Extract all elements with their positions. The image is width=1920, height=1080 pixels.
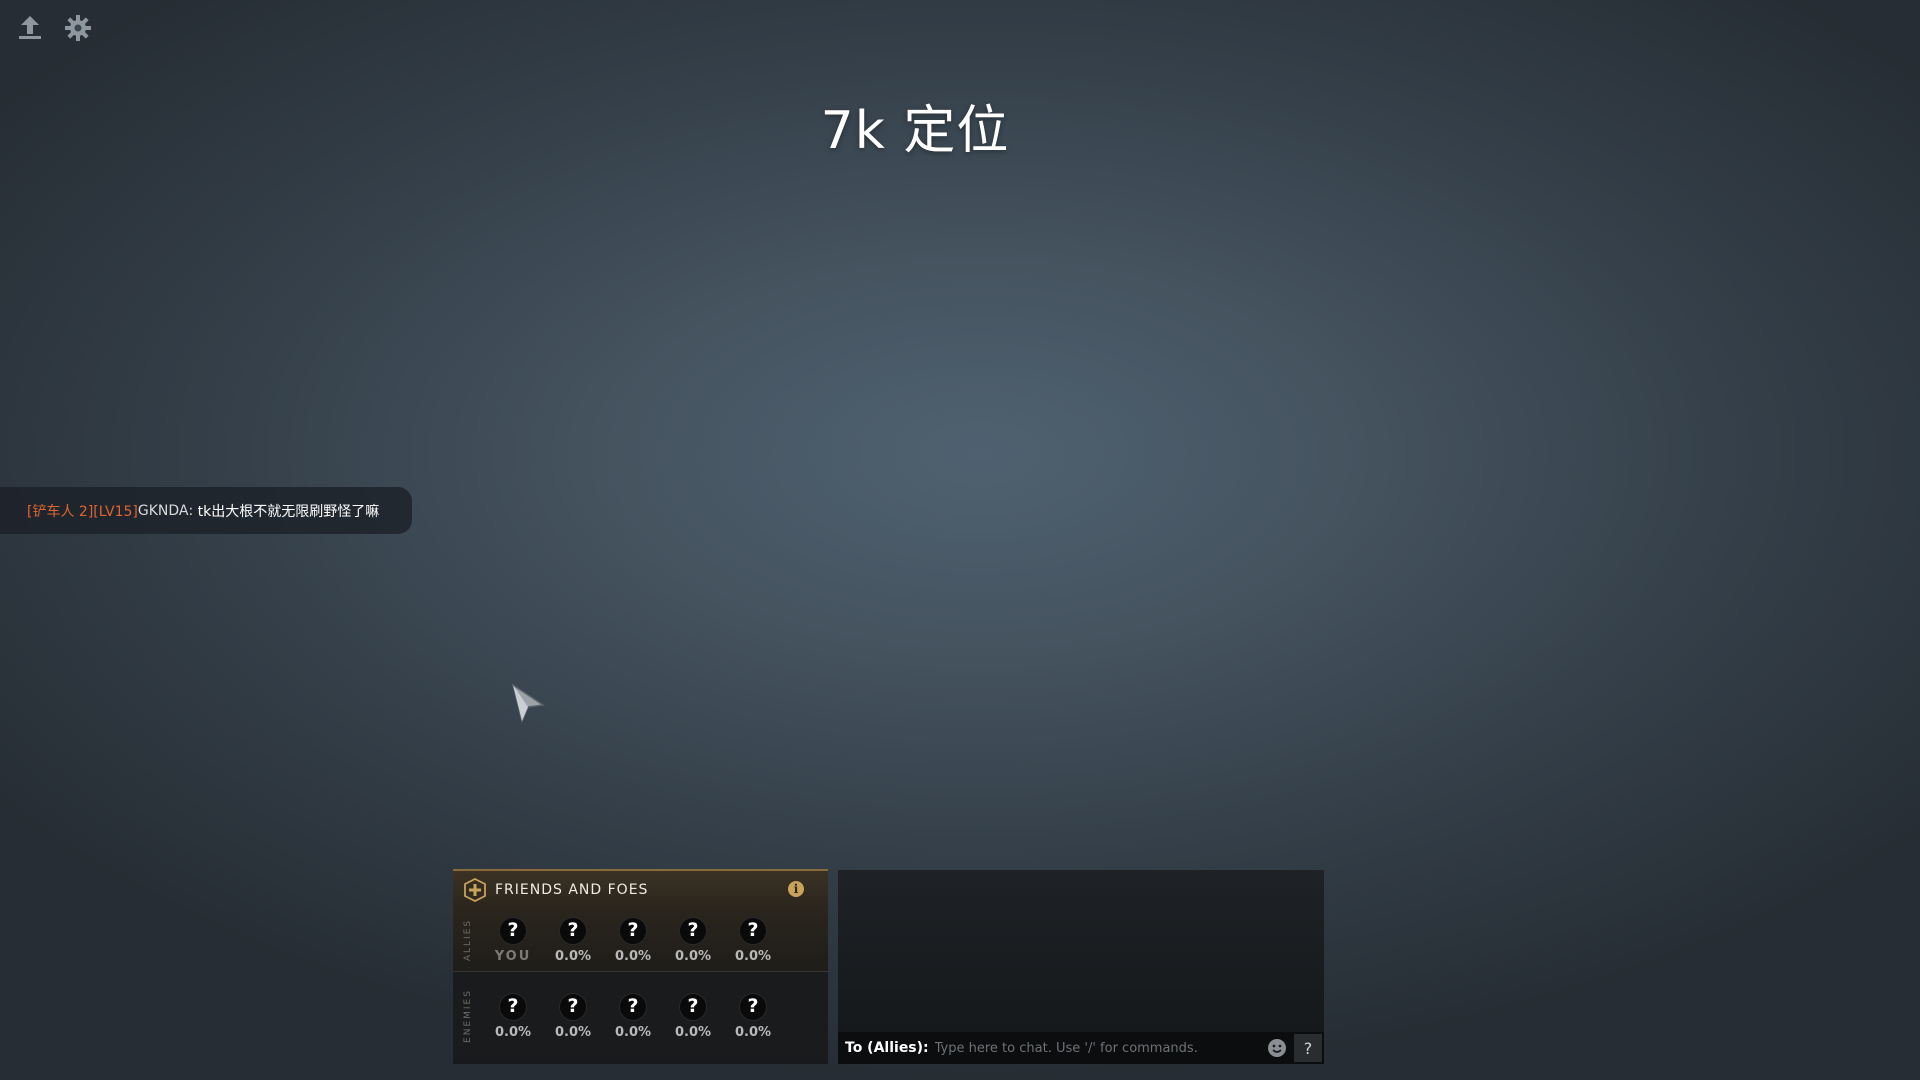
enemies-row: ENEMIES ? 0.0% ? 0.0% ? 0.0% ? 0.0% ? 0.… [453, 972, 828, 1060]
smiley-icon [1272, 1044, 1282, 1053]
plus-shield-icon [463, 878, 487, 902]
unknown-player-icon: ? [679, 992, 707, 1021]
enemy-player[interactable]: ? 0.0% [663, 992, 723, 1040]
chat-help-button[interactable]: ? [1294, 1034, 1322, 1062]
chat-window: To (Allies): ? [838, 870, 1324, 1064]
unknown-player-icon: ? [739, 916, 767, 945]
player-win-rate: 0.0% [674, 1024, 712, 1040]
ally-player[interactable]: ? 0.0% [723, 916, 783, 964]
player-win-rate: 0.0% [494, 1024, 532, 1040]
upload-button[interactable] [14, 12, 46, 44]
unknown-player-icon: ? [499, 916, 527, 945]
cursor-icon [511, 683, 546, 724]
allies-label: ALLIES [463, 918, 473, 962]
ally-player-you[interactable]: ? YOU [483, 916, 543, 964]
enemy-player[interactable]: ? 0.0% [483, 992, 543, 1040]
enemy-player[interactable]: ? 0.0% [603, 992, 663, 1040]
unknown-player-icon: ? [499, 992, 527, 1021]
player-win-rate: 0.0% [554, 1024, 592, 1040]
friends-and-foes-title: FRIENDS AND FOES [495, 882, 649, 898]
unknown-player-icon: ? [739, 992, 767, 1021]
chat-input-row: To (Allies): ? [838, 1032, 1324, 1064]
friends-and-foes-header: FRIENDS AND FOES i [453, 871, 828, 909]
info-icon[interactable]: i [788, 881, 804, 897]
player-you-label: YOU [494, 948, 532, 964]
player-win-rate: 0.0% [614, 948, 652, 964]
player-win-rate: 0.0% [614, 1024, 652, 1040]
chat-player-name: GKNDA [137, 502, 189, 519]
settings-button[interactable] [62, 12, 94, 44]
unknown-player-icon: ? [559, 916, 587, 945]
enemy-player[interactable]: ? 0.0% [543, 992, 603, 1040]
ally-player[interactable]: ? 0.0% [543, 916, 603, 964]
chat-message-bubble: [铲车人 2][LV15] GKNDA: tk出大根不就无限刷野怪了嘛 [0, 487, 412, 534]
unknown-player-icon: ? [619, 992, 647, 1021]
allies-row: ALLIES ? YOU ? 0.0% ? 0.0% ? 0.0% ? 0.0% [453, 909, 828, 972]
chat-player-tag: [铲车人 2][LV15] [27, 503, 138, 520]
emoji-button[interactable] [1268, 1039, 1286, 1057]
player-win-rate: 0.0% [734, 1024, 772, 1040]
unknown-player-icon: ? [559, 992, 587, 1021]
friends-and-foes-panel: FRIENDS AND FOES i ALLIES ? YOU ? 0.0% ?… [453, 869, 828, 1064]
chat-target-label[interactable]: To (Allies): [845, 1040, 929, 1056]
player-win-rate: 0.0% [674, 948, 712, 964]
page-title: 7k 定位 [820, 101, 1010, 161]
chat-separator: : [188, 502, 194, 519]
gear-icon [65, 15, 91, 41]
upload-icon [19, 16, 41, 39]
enemy-player[interactable]: ? 0.0% [723, 992, 783, 1040]
player-win-rate: 0.0% [734, 948, 772, 964]
ally-player[interactable]: ? 0.0% [603, 916, 663, 964]
chat-message-text: tk出大根不就无限刷野怪了嘛 [197, 503, 380, 520]
enemies-label: ENEMIES [463, 989, 473, 1043]
ally-player[interactable]: ? 0.0% [663, 916, 723, 964]
chat-input[interactable] [934, 1040, 1268, 1056]
unknown-player-icon: ? [619, 916, 647, 945]
unknown-player-icon: ? [679, 916, 707, 945]
player-win-rate: 0.0% [554, 948, 592, 964]
